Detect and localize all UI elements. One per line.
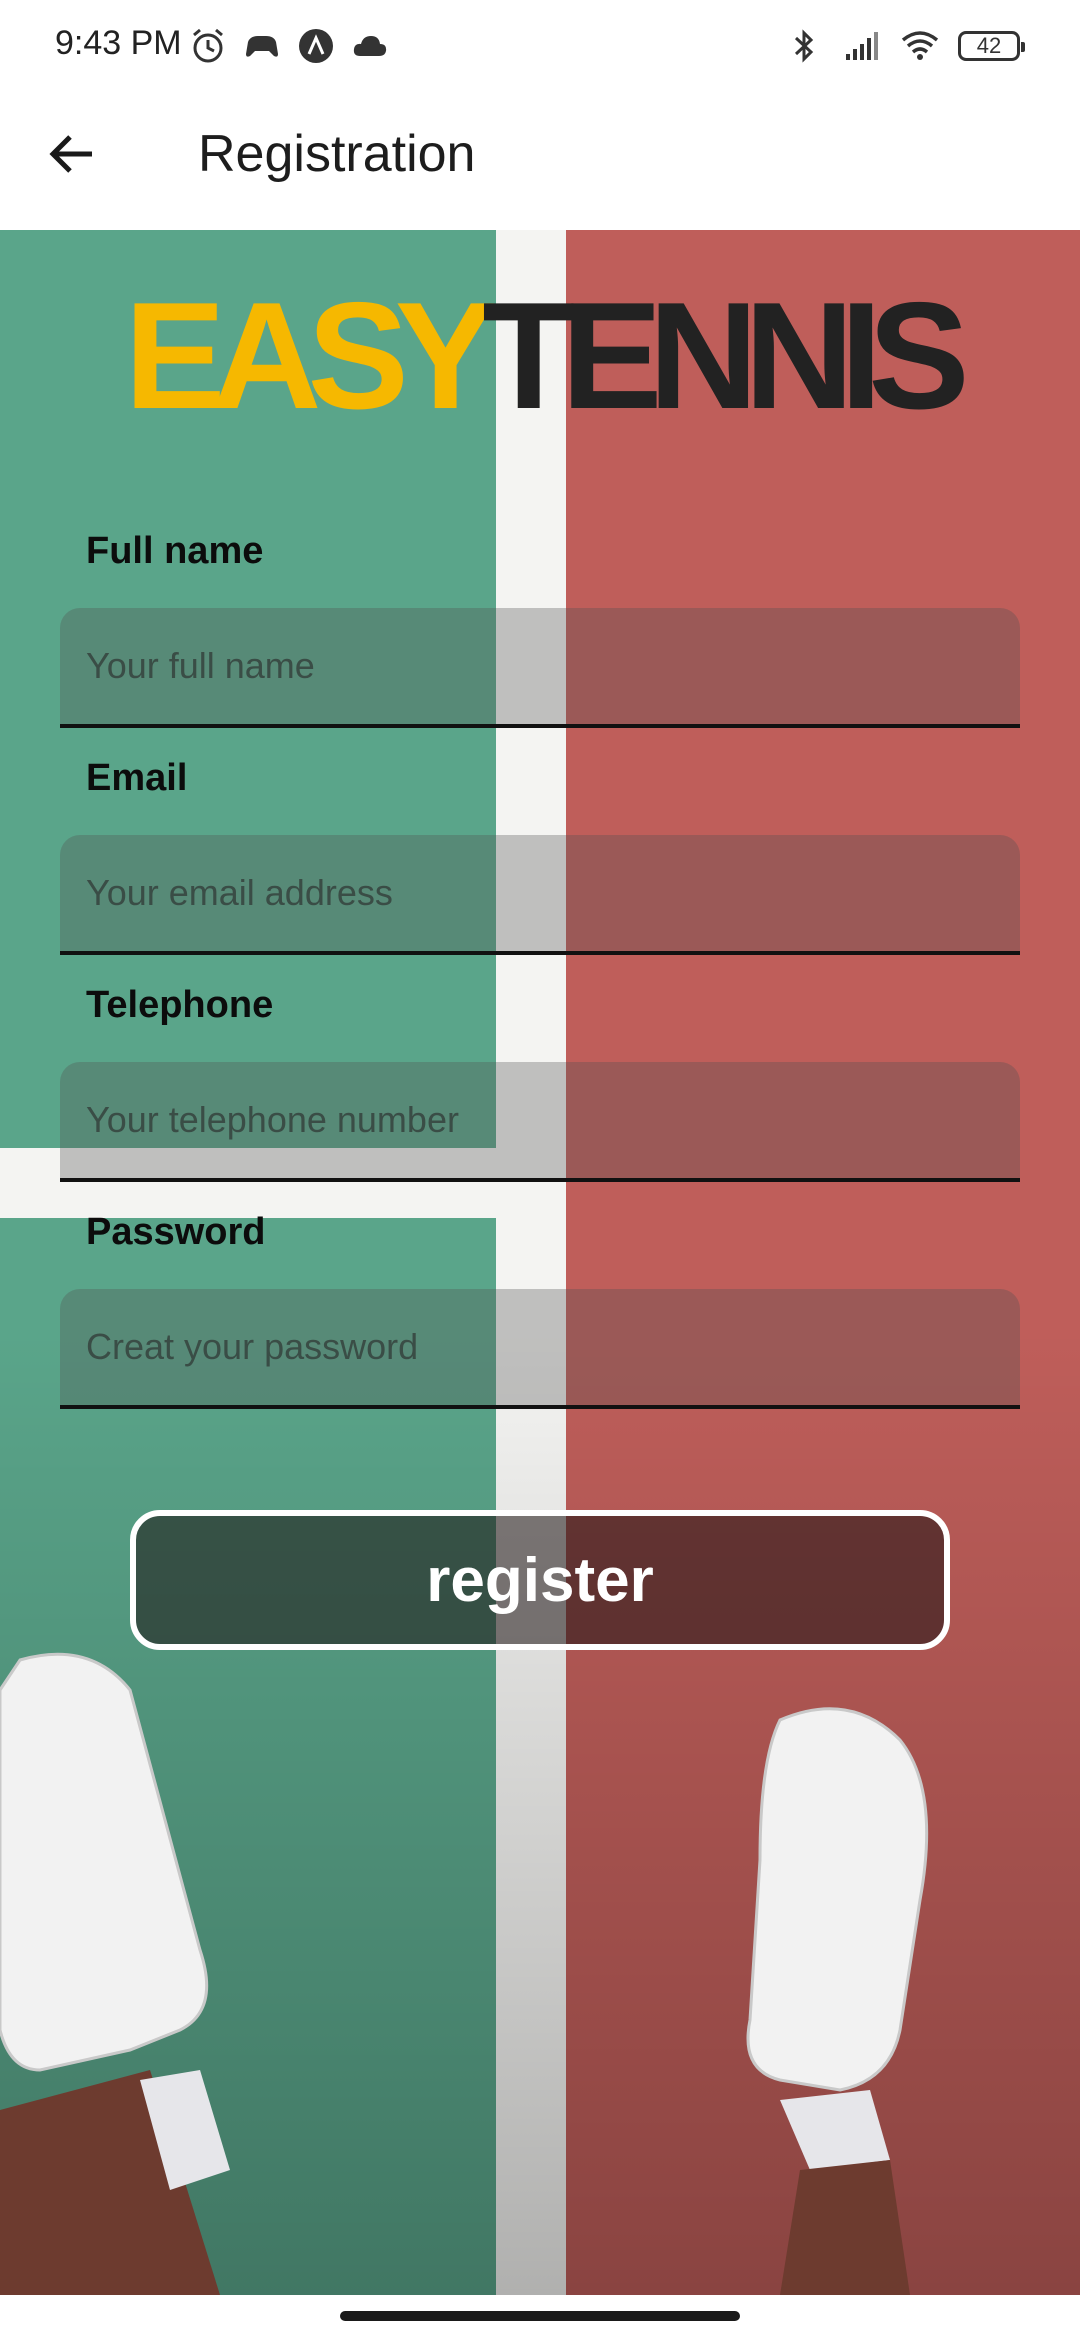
wifi-icon: [901, 31, 939, 60]
arc-icon: [299, 29, 333, 63]
left-shoe-image: [0, 1652, 230, 2295]
game-controller-icon: [246, 36, 278, 57]
email-field[interactable]: [60, 835, 1020, 955]
status-left-icons: [188, 26, 390, 66]
telephone-field[interactable]: [60, 1062, 1020, 1182]
app-logo: EASYTENNIS: [0, 280, 1080, 432]
full-name-field[interactable]: [60, 608, 1020, 728]
home-gesture-handle[interactable]: [340, 2311, 740, 2321]
cloud-icon: [353, 36, 387, 56]
arrow-left-icon: [49, 135, 92, 173]
email-input[interactable]: [60, 835, 1020, 951]
page-title: Registration: [198, 125, 476, 183]
telephone-input[interactable]: [60, 1062, 1020, 1178]
alarm-icon: [193, 28, 223, 63]
logo-tennis-text: TENNIS: [482, 271, 969, 441]
password-field[interactable]: [60, 1289, 1020, 1409]
password-label: Password: [86, 1211, 266, 1253]
right-shoe-image: [746, 1707, 929, 2295]
password-input[interactable]: [60, 1289, 1020, 1405]
status-time: 9:43 PM: [55, 24, 182, 62]
status-right-icons: 42: [784, 26, 1025, 66]
bluetooth-icon: [794, 29, 814, 63]
back-button[interactable]: [40, 122, 104, 186]
full-name-label: Full name: [86, 530, 264, 572]
telephone-label: Telephone: [86, 984, 274, 1026]
email-label: Email: [86, 757, 188, 799]
background-image: EASYTENNIS Full name Email Telephone Pas…: [0, 230, 1080, 2295]
register-button[interactable]: register: [130, 1510, 950, 1650]
navigation-bar: [0, 2295, 1080, 2340]
logo-easy-text: EASY: [124, 271, 496, 441]
status-bar: 9:43 PM 42: [0, 0, 1080, 96]
battery-icon: 42: [958, 31, 1025, 61]
signal-icon: [846, 32, 878, 60]
full-name-input[interactable]: [60, 608, 1020, 724]
app-bar: Registration: [0, 96, 1080, 230]
